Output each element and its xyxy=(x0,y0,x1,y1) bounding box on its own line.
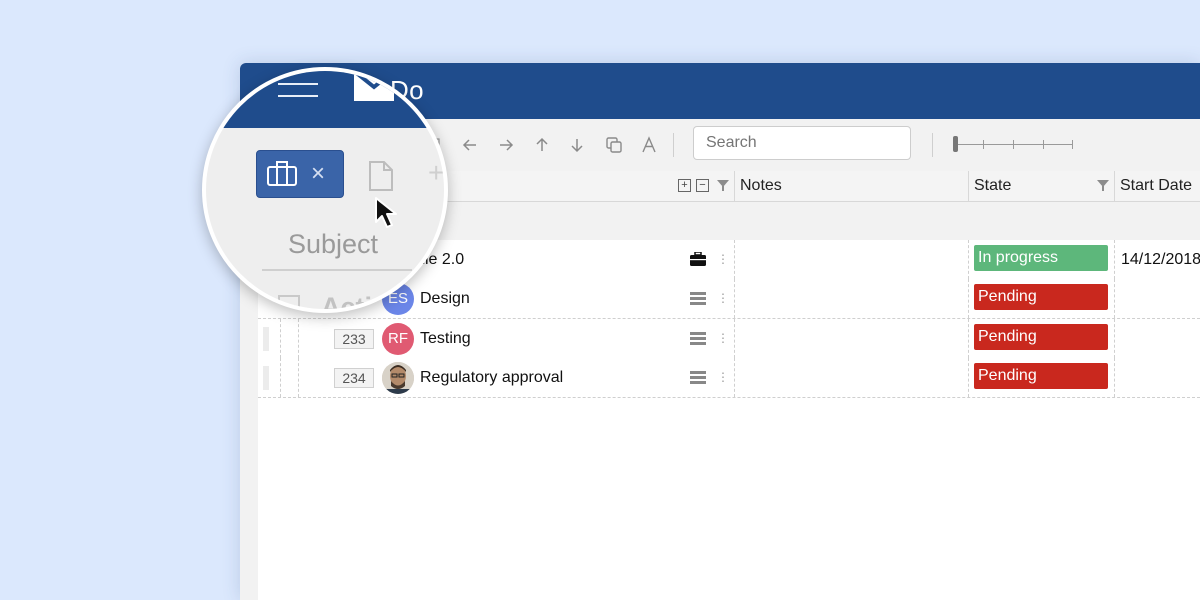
column-divider xyxy=(1114,171,1115,201)
avatar: RF xyxy=(382,323,414,355)
toolbar-divider xyxy=(673,133,674,157)
cell-divider xyxy=(968,279,970,318)
cell-divider xyxy=(734,319,736,358)
row-start-date[interactable]: 14/12/2018 xyxy=(1121,240,1200,279)
expand-all-button[interactable]: + xyxy=(678,179,691,192)
list-icon xyxy=(690,291,706,305)
tree-line xyxy=(298,319,300,358)
envelope-icon xyxy=(352,71,396,101)
column-divider xyxy=(968,171,969,201)
row-menu-icon[interactable]: ⋮ xyxy=(717,319,729,358)
column-header-state[interactable]: State xyxy=(974,171,1011,201)
slider-tick xyxy=(1072,140,1073,149)
slider-tick xyxy=(983,140,984,149)
cell-divider xyxy=(968,358,970,397)
cell-divider xyxy=(734,358,736,397)
magnified-subject-header: Subject xyxy=(288,229,379,259)
row-indent xyxy=(263,327,269,351)
status-badge[interactable]: Pending xyxy=(974,284,1108,310)
zoom-slider[interactable] xyxy=(953,136,1073,152)
tab-close-icon[interactable]: × xyxy=(311,160,325,188)
task-id: 234 xyxy=(334,368,374,388)
magnified-titlebar xyxy=(206,71,444,128)
cell-divider xyxy=(1114,240,1116,279)
hamburger-icon[interactable] xyxy=(278,83,318,85)
status-badge[interactable]: Pending xyxy=(974,324,1108,350)
row-menu-icon[interactable]: ⋮ xyxy=(717,358,729,397)
table-row[interactable]: 234 Regulatory approval ⋮ Pending xyxy=(258,358,1200,398)
mouse-cursor-icon xyxy=(374,196,404,230)
filter-icon[interactable] xyxy=(1097,180,1109,191)
row-subject[interactable]: Regulatory approval xyxy=(420,358,563,397)
row-subject[interactable]: Testing xyxy=(420,319,471,358)
tree-line xyxy=(280,319,282,358)
font-icon[interactable] xyxy=(639,135,659,155)
slider-tick xyxy=(1043,140,1044,149)
magnified-divider xyxy=(262,269,412,271)
cell-divider xyxy=(968,240,970,279)
row-indent xyxy=(263,366,269,390)
cell-divider xyxy=(1114,358,1116,397)
row-menu-icon[interactable]: ⋮ xyxy=(717,240,729,279)
avatar-photo xyxy=(382,362,414,394)
tab-project[interactable]: × xyxy=(256,150,344,198)
tree-line xyxy=(280,358,282,397)
list-icon xyxy=(690,331,706,345)
cell-divider xyxy=(734,240,736,279)
list-icon xyxy=(690,370,706,384)
briefcase-icon xyxy=(690,251,706,266)
column-header-notes[interactable]: Notes xyxy=(740,171,782,201)
briefcase-icon xyxy=(267,161,297,192)
copy-icon[interactable] xyxy=(604,135,624,155)
status-badge[interactable]: In progress xyxy=(974,245,1108,271)
filter-icon[interactable] xyxy=(717,180,729,191)
magnifier-callout: × + Subject Acti xyxy=(202,67,448,313)
arrow-up-icon[interactable] xyxy=(532,135,552,155)
collapse-all-button[interactable]: − xyxy=(696,179,709,192)
cell-divider xyxy=(1114,279,1116,318)
task-id: 233 xyxy=(334,329,374,349)
arrow-left-icon[interactable] xyxy=(460,135,480,155)
row-menu-icon[interactable]: ⋮ xyxy=(717,279,729,318)
table-row[interactable]: 233 RF Testing ⋮ Pending xyxy=(258,319,1200,359)
cell-divider xyxy=(734,279,736,318)
arrow-right-icon[interactable] xyxy=(496,135,516,155)
column-header-start-date[interactable]: Start Date xyxy=(1120,171,1192,201)
document-icon[interactable] xyxy=(368,161,394,196)
slider-thumb[interactable] xyxy=(953,136,958,152)
add-tab-icon[interactable]: + xyxy=(428,157,444,189)
tree-line xyxy=(298,358,300,397)
toolbar-divider xyxy=(932,133,933,157)
hamburger-icon-line xyxy=(278,95,318,97)
cell-divider xyxy=(1114,319,1116,358)
cell-divider xyxy=(968,319,970,358)
arrow-down-icon[interactable] xyxy=(567,135,587,155)
slider-tick xyxy=(1013,140,1014,149)
status-badge[interactable]: Pending xyxy=(974,363,1108,389)
column-divider xyxy=(734,171,735,201)
search-input[interactable] xyxy=(693,126,911,160)
